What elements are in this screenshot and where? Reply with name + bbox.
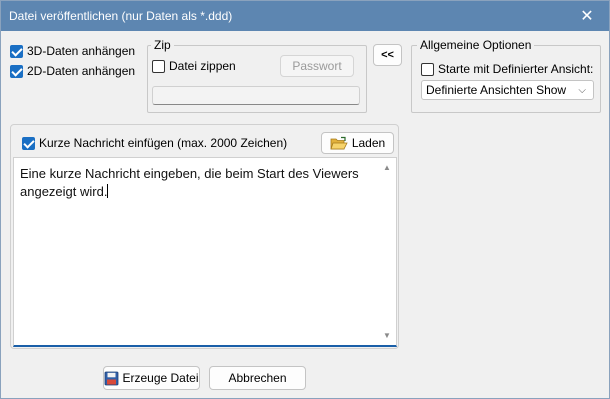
cancel-button[interactable]: Abbrechen (209, 366, 306, 390)
general-options-group (411, 45, 601, 113)
create-file-button-label: Erzeuge Datei (122, 371, 199, 385)
checkbox-checked-icon[interactable] (10, 64, 23, 78)
chevron-down-icon: ⌵ (578, 85, 586, 96)
insert-message-label: Kurze Nachricht einfügen (max. 2000 Zeic… (39, 136, 288, 150)
start-with-view-label: Starte mit Definierter Ansicht: (438, 62, 594, 76)
open-folder-icon (330, 136, 348, 149)
window-title: Datei veröffentlichen (nur Daten als *.d… (9, 9, 233, 23)
text-caret (107, 184, 109, 198)
collapse-button[interactable]: << (373, 44, 402, 66)
attach-2d-label: 2D-Daten anhängen (27, 64, 136, 78)
title-bar: Datei veröffentlichen (nur Daten als *.d… (1, 1, 609, 31)
password-field[interactable] (152, 86, 360, 105)
message-text: Eine kurze Nachricht eingeben, die beim … (20, 166, 359, 199)
zip-file-label: Datei zippen (169, 59, 236, 73)
defined-view-select-value: Definierte Ansichten Show (426, 83, 567, 97)
checkbox-checked-icon[interactable] (22, 136, 35, 150)
attach-3d-checkbox[interactable]: 3D-Daten anhängen (10, 44, 135, 58)
password-button-label: Passwort (292, 59, 342, 73)
attach-3d-label: 3D-Daten anhängen (27, 44, 136, 58)
message-textarea[interactable]: Eine kurze Nachricht eingeben, die beim … (13, 157, 397, 347)
scroll-up-icon[interactable]: ▲ (383, 163, 391, 172)
general-options-label: Allgemeine Optionen (417, 38, 535, 52)
checkbox-checked-icon[interactable] (10, 44, 23, 58)
close-icon[interactable]: ✕ (565, 1, 609, 31)
publish-dialog: Datei veröffentlichen (nur Daten als *.d… (0, 0, 610, 399)
collapse-button-label: << (381, 49, 394, 61)
cancel-button-label: Abbrechen (228, 371, 287, 385)
checkbox-unchecked-icon[interactable] (152, 59, 165, 73)
defined-view-select[interactable]: Definierte Ansichten Show ⌵ (421, 80, 594, 100)
scroll-down-icon[interactable]: ▼ (383, 331, 391, 340)
checkbox-unchecked-icon[interactable] (421, 62, 434, 76)
zip-file-checkbox[interactable]: Datei zippen (152, 59, 236, 73)
insert-message-checkbox[interactable]: Kurze Nachricht einfügen (max. 2000 Zeic… (22, 136, 287, 150)
load-button-label: Laden (351, 136, 386, 150)
vertical-scrollbar[interactable]: ▲ ▼ (379, 158, 396, 345)
load-button[interactable]: Laden (321, 132, 394, 154)
create-file-button[interactable]: Erzeuge Datei (103, 366, 200, 390)
zip-group-label: Zip (151, 38, 174, 52)
start-with-view-checkbox[interactable]: Starte mit Definierter Ansicht: (421, 62, 593, 76)
save-disk-icon (105, 371, 119, 385)
password-button[interactable]: Passwort (280, 55, 354, 77)
message-text-container: Eine kurze Nachricht eingeben, die beim … (20, 165, 372, 201)
attach-2d-checkbox[interactable]: 2D-Daten anhängen (10, 64, 135, 78)
